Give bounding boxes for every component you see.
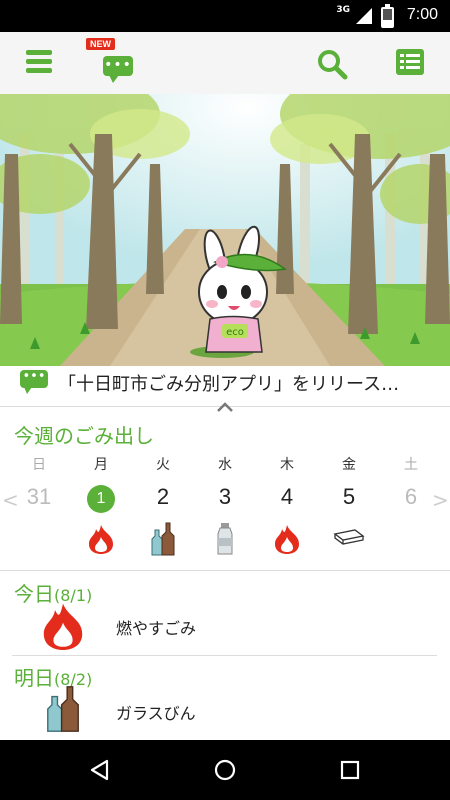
dow-thu: 木 <box>280 457 294 473</box>
fire-icon <box>40 602 86 654</box>
week-title: 今週のごみ出し <box>14 424 154 448</box>
day-3[interactable]: 3 <box>205 484 245 510</box>
day-5[interactable]: 5 <box>329 484 369 510</box>
day-4[interactable]: 4 <box>267 484 307 510</box>
news-button[interactable]: NEW ••• <box>86 38 135 83</box>
new-badge: NEW <box>86 38 115 50</box>
tray-icon <box>333 528 365 552</box>
dow-sun: 日 <box>32 457 46 473</box>
back-icon[interactable] <box>88 758 112 782</box>
dow-mon: 月 <box>94 457 108 473</box>
dow-sat: 土 <box>404 457 418 473</box>
chat-icon: ••• <box>20 370 48 394</box>
day-2[interactable]: 2 <box>143 484 183 510</box>
divider <box>12 655 437 656</box>
dow-tue: 火 <box>156 457 170 473</box>
system-nav-bar <box>0 740 450 800</box>
prev-week-button[interactable]: < <box>2 488 19 512</box>
recents-icon[interactable] <box>338 758 362 782</box>
hero-banner[interactable]: eco <box>0 94 450 366</box>
svg-text:eco: eco <box>226 327 244 338</box>
day-31[interactable]: 31 <box>19 484 59 510</box>
news-text: 「十日町市ごみ分別アプリ」をリリース… <box>58 374 400 395</box>
network-indicator: 3G <box>336 5 350 15</box>
status-bar: 3G 7:00 <box>0 0 450 32</box>
list-icon[interactable] <box>396 49 424 75</box>
chat-icon: ••• <box>103 56 133 83</box>
divider <box>0 570 450 571</box>
fire-icon <box>273 524 301 558</box>
fire-icon <box>87 524 115 558</box>
next-week-button[interactable]: > <box>432 488 449 512</box>
bottles-icon <box>45 684 81 738</box>
day-6[interactable]: 6 <box>391 484 431 510</box>
app-bar: NEW ••• <box>0 32 450 95</box>
tomorrow-item: ガラスびん <box>116 704 196 723</box>
home-icon[interactable] <box>213 758 237 782</box>
day-1-today[interactable]: 1 <box>87 485 115 513</box>
menu-icon[interactable] <box>26 50 52 74</box>
dow-fri: 金 <box>342 457 356 473</box>
signal-icon <box>356 8 372 24</box>
bottles-icon <box>150 522 176 560</box>
today-item: 燃やすごみ <box>116 619 197 638</box>
news-ticker[interactable]: ••• 「十日町市ごみ分別アプリ」をリリース… <box>0 366 450 396</box>
chevron-up-icon[interactable] <box>215 398 235 412</box>
status-time: 7:00 <box>406 6 438 23</box>
plastic-bottle-icon <box>216 522 234 560</box>
search-icon[interactable] <box>316 48 348 80</box>
dow-wed: 水 <box>218 457 232 473</box>
battery-icon <box>381 4 394 28</box>
